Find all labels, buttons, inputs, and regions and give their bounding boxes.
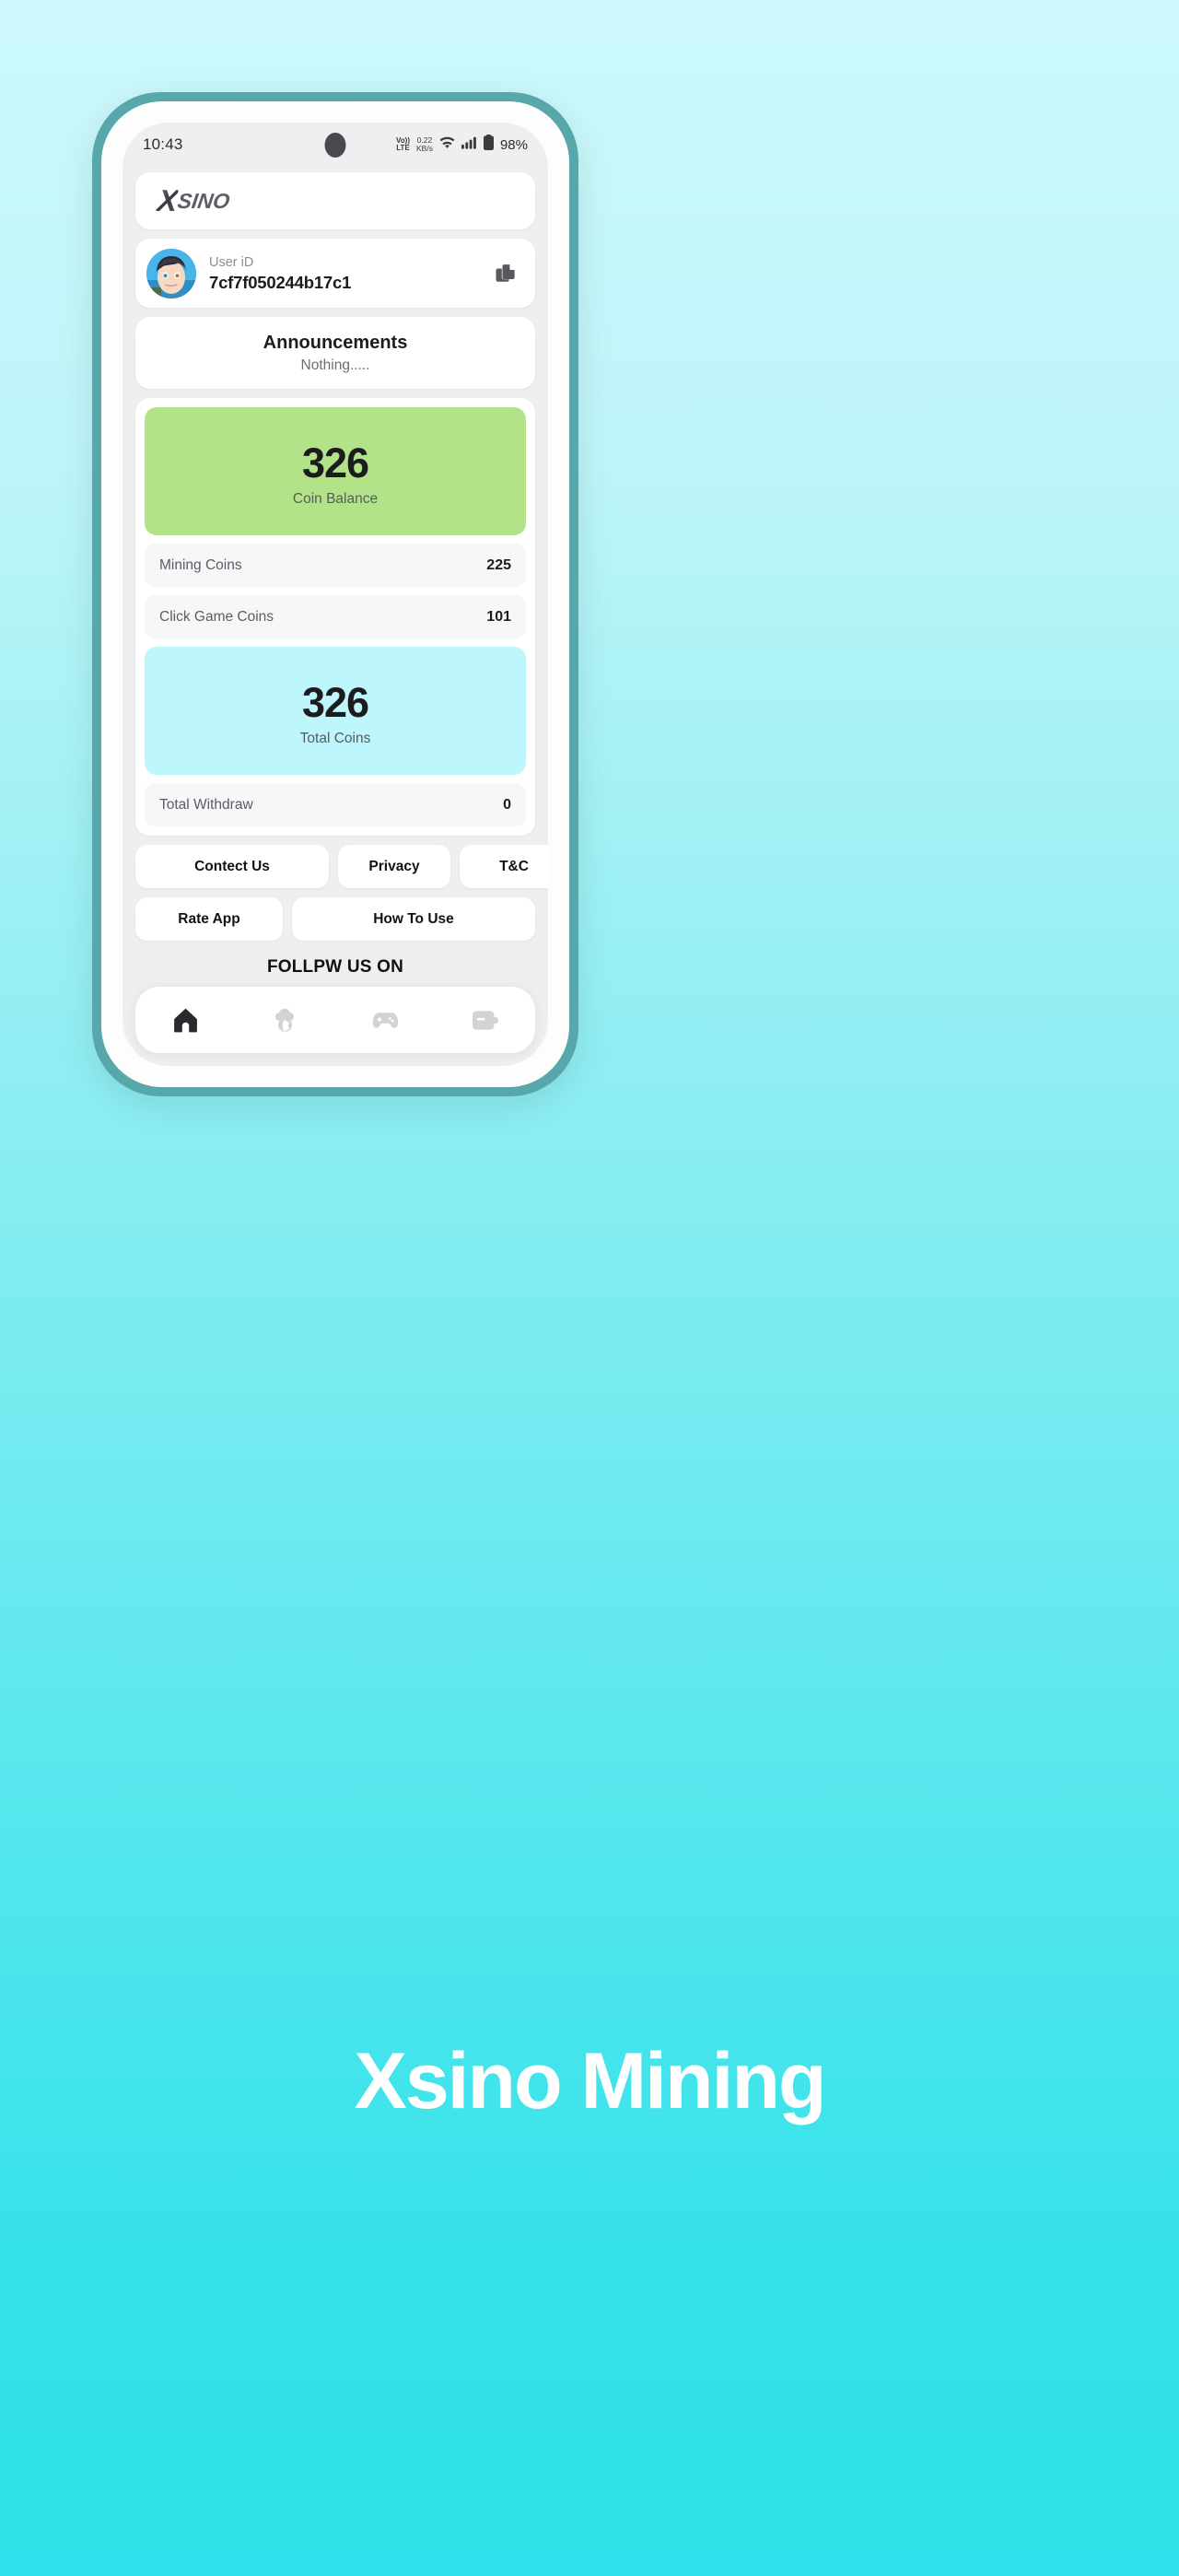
network-speed-unit: KB/s [416,144,433,153]
user-id-text: User iD 7cf7f050244b17c1 [209,254,480,293]
announcements-title: Announcements [263,333,408,353]
phone-bezel: 10:43 Vo)) LTE 0.22 KB/s 98% X SINO User… [101,101,569,1087]
how-to-use-button[interactable]: How To Use [292,897,535,941]
phone-frame: 10:43 Vo)) LTE 0.22 KB/s 98% X SINO User… [92,92,578,1096]
coin-balance-label: Coin Balance [292,491,379,507]
total-coins-label: Total Coins [299,731,371,746]
home-icon [170,1005,201,1036]
coin-balance-hero: 326 Coin Balance [145,407,526,535]
click-game-coins-label: Click Game Coins [159,608,274,625]
battery-icon [483,135,494,155]
nav-item-home[interactable] [135,1005,236,1036]
bottom-navigation-bar [135,987,535,1053]
avatar [146,248,196,299]
total-withdraw-label: Total Withdraw [159,796,253,813]
status-bar: 10:43 Vo)) LTE 0.22 KB/s 98% [123,123,548,167]
mining-coins-row: Mining Coins 225 [145,544,526,587]
coin-balance-value: 326 [301,439,369,486]
total-withdraw-value: 0 [503,796,511,813]
user-id-card: User iD 7cf7f050244b17c1 [135,239,535,308]
app-header: X SINO [135,172,535,229]
user-id-label: User iD [209,254,254,270]
volte-icon: Vo)) LTE [396,136,410,153]
rate-app-button[interactable]: Rate App [135,897,283,941]
nav-item-wallet[interactable] [436,1005,536,1036]
follow-us-title: FOLLPW US ON [266,957,404,977]
announcements-card: Announcements Nothing..... [135,317,535,389]
app-content: X SINO User iD 7cf7f050244b17c1 Announce… [123,167,548,1066]
link-button-row-1: Contect Us Privacy T&C [135,845,548,888]
copy-icon[interactable] [493,261,519,287]
announcements-body: Nothing..... [300,357,370,373]
network-speed-indicator: 0.22 KB/s [416,136,433,153]
click-game-coins-row: Click Game Coins 101 [145,595,526,638]
wifi-icon [439,136,455,154]
status-icons: Vo)) LTE 0.22 KB/s 98% [396,135,528,155]
user-id-value: 7cf7f050244b17c1 [209,272,352,292]
click-game-coins-value: 101 [486,608,511,625]
nav-item-game[interactable] [335,1005,436,1036]
page-title: Xsino Mining [354,2037,826,2125]
volte-bottom-label: LTE [396,144,410,152]
phone-screen: 10:43 Vo)) LTE 0.22 KB/s 98% X SINO User… [123,123,548,1066]
contact-us-button[interactable]: Contect Us [135,845,329,888]
cellular-signal-icon [461,136,477,154]
balance-card: 326 Coin Balance Mining Coins 225 Click … [135,398,535,836]
status-time: 10:43 [143,135,183,153]
privacy-button[interactable]: Privacy [338,845,450,888]
logo-wordmark: SINO [176,188,232,213]
mining-coins-value: 225 [486,556,511,573]
terms-conditions-button[interactable]: T&C [460,845,548,888]
bitcoin-cloud-mining-icon [270,1005,300,1036]
mining-coins-label: Mining Coins [159,556,242,573]
app-logo: X SINO [155,183,232,218]
gamepad-icon [370,1005,401,1036]
total-coins-hero: 326 Total Coins [145,647,526,775]
nav-item-mining[interactable] [236,1005,336,1036]
total-coins-value: 326 [301,679,369,726]
total-withdraw-row: Total Withdraw 0 [145,783,526,826]
battery-percent: 98% [499,136,528,153]
wallet-icon [470,1005,500,1036]
camera-punch-hole [324,133,346,158]
link-button-row-2: Rate App How To Use [135,897,535,941]
